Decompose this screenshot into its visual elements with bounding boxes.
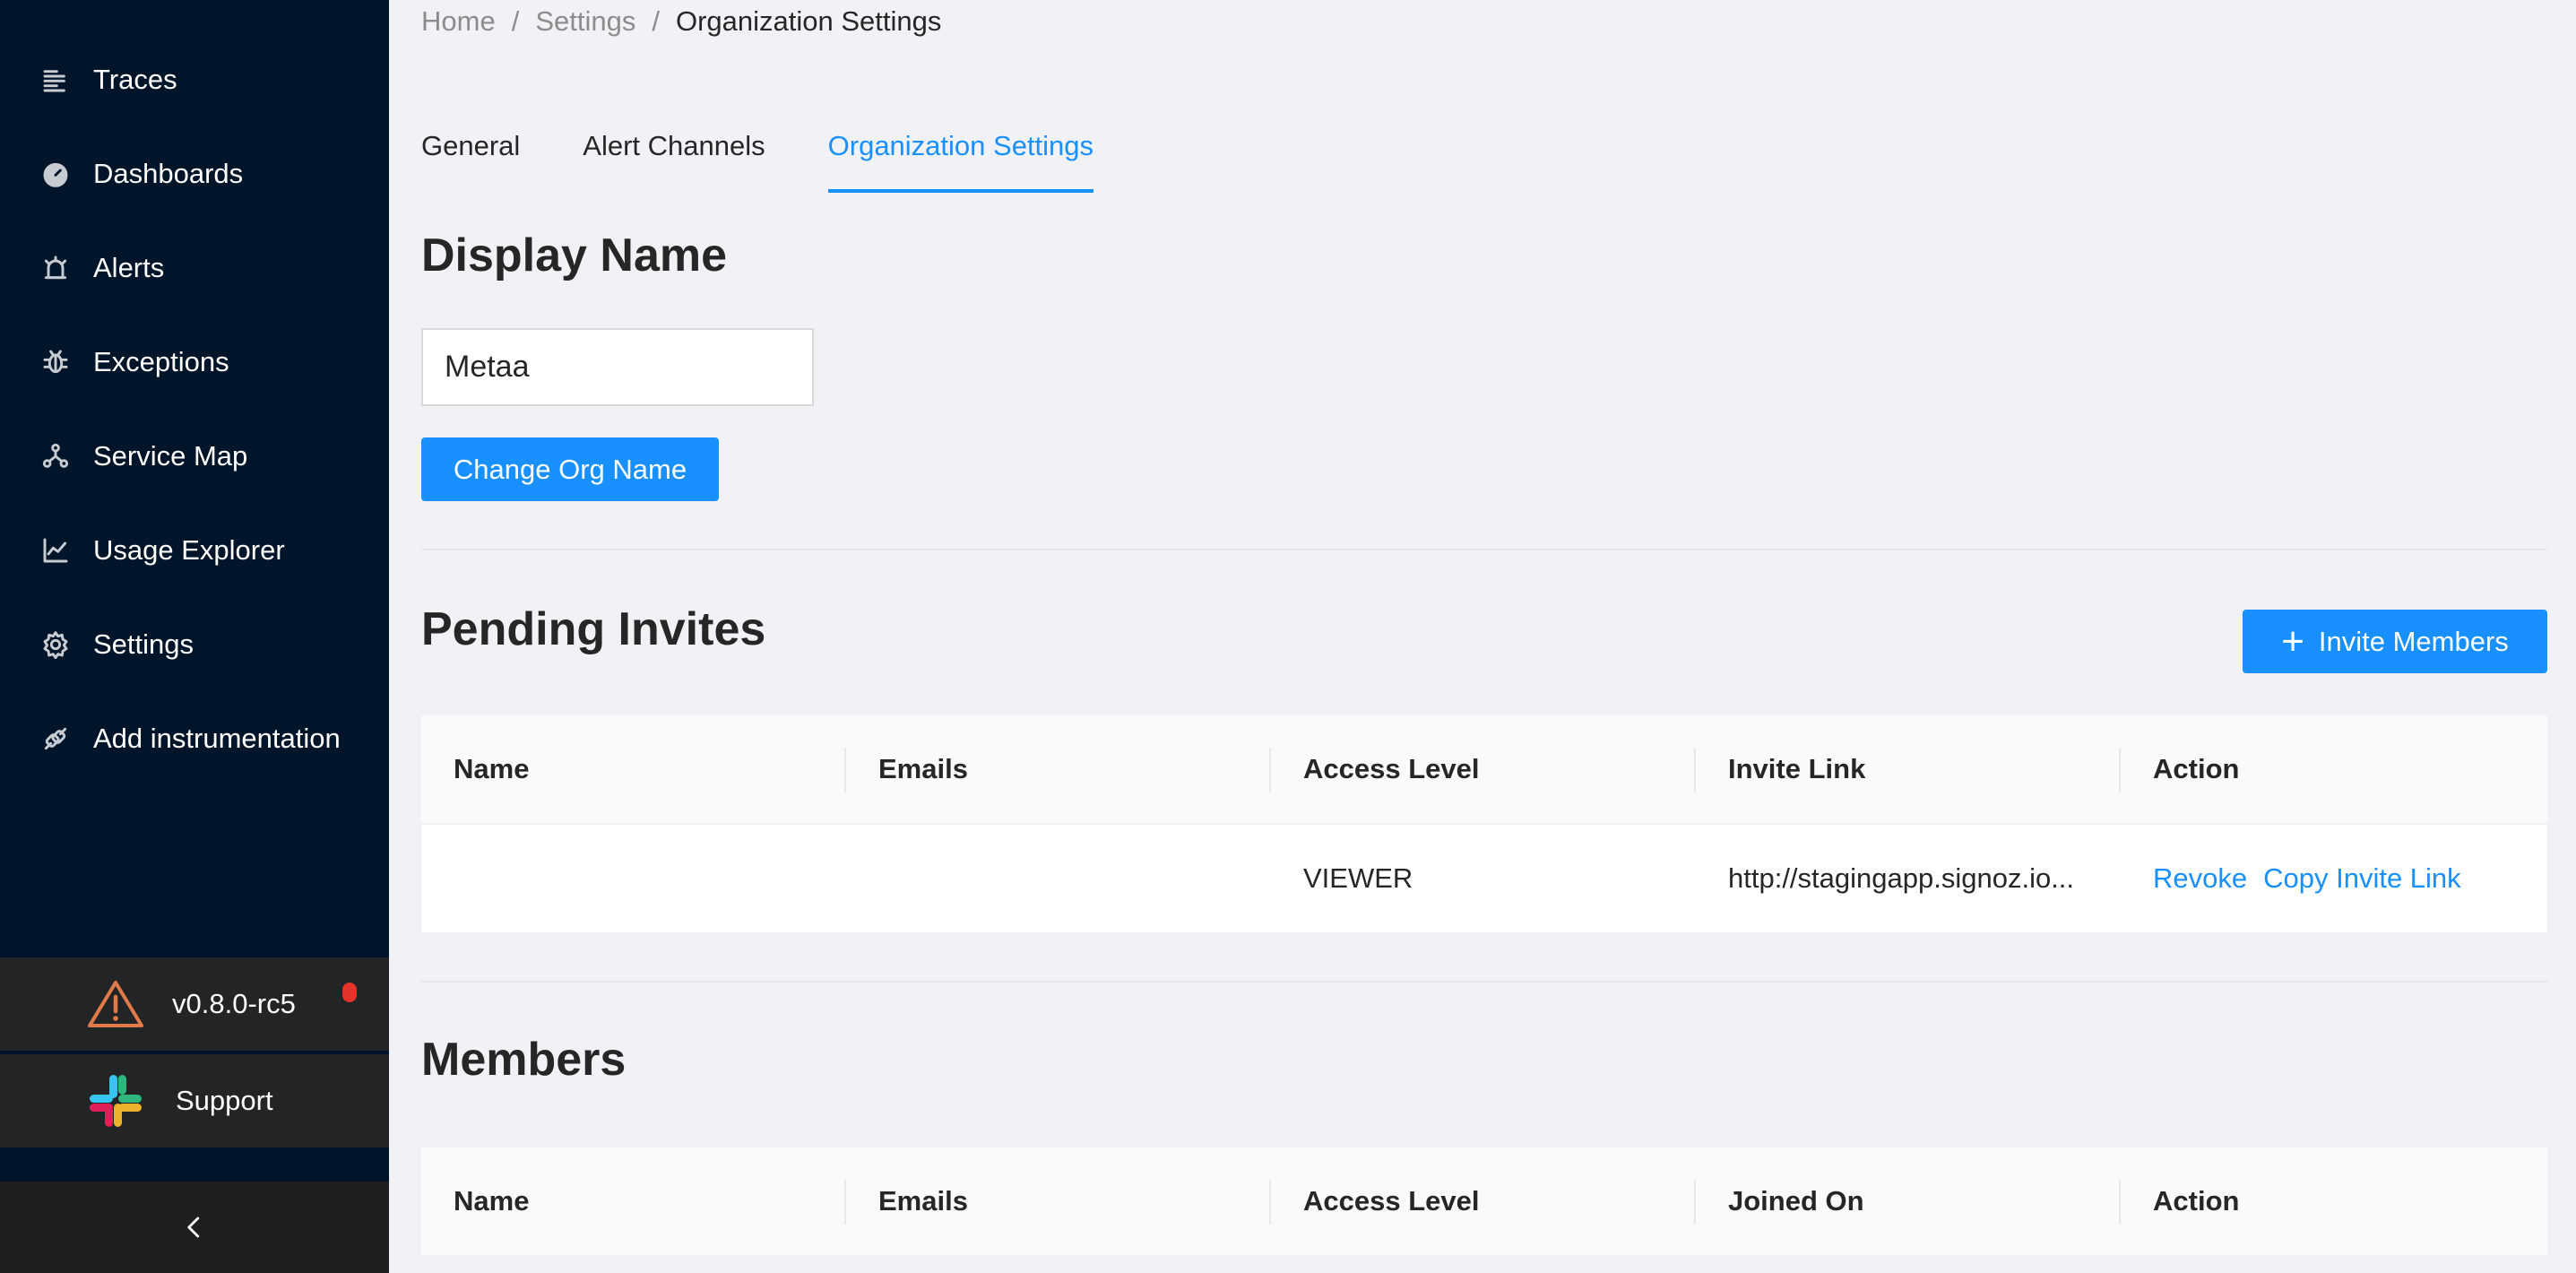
- version-label: v0.8.0-rc5: [172, 988, 296, 1019]
- invite-members-button[interactable]: + Invite Members: [2243, 610, 2547, 673]
- version-indicator[interactable]: v0.8.0-rc5: [0, 957, 389, 1051]
- pending-invites-table: Name Emails Access Level Invite Link Act…: [421, 715, 2547, 932]
- dashboard-icon: [39, 158, 72, 190]
- column-header-invite-link: Invite Link: [1696, 715, 2121, 823]
- sidebar-item-traces[interactable]: Traces: [0, 32, 389, 126]
- revoke-link[interactable]: Revoke: [2153, 862, 2247, 895]
- column-header-action: Action: [2153, 1185, 2240, 1217]
- slack-icon: [90, 1075, 142, 1127]
- sidebar-item-label: Usage Explorer: [93, 533, 285, 566]
- cell-email: [846, 825, 1271, 932]
- members-table: Name Emails Access Level Joined On Actio…: [421, 1147, 2547, 1257]
- breadcrumb-separator: /: [652, 5, 660, 37]
- table-row: VIEWER http://stagingapp.signoz.io... Re…: [421, 825, 2547, 932]
- table-header: Name Emails Access Level Joined On Actio…: [421, 1147, 2547, 1257]
- section-divider: [421, 549, 2547, 550]
- update-dot-badge: [342, 983, 357, 1002]
- support-button[interactable]: Support: [0, 1054, 389, 1147]
- sidebar-collapse-button[interactable]: [0, 1182, 389, 1273]
- traces-icon: [39, 64, 72, 96]
- cell-actions: Revoke Copy Invite Link: [2121, 825, 2547, 932]
- tab-general[interactable]: General: [421, 130, 520, 193]
- cell-name: [421, 825, 846, 932]
- api-icon: [39, 723, 72, 755]
- pending-invites-heading: Pending Invites: [421, 603, 766, 655]
- cell-invite-link: http://stagingapp.signoz.io...: [1728, 862, 2075, 894]
- column-header-emails: Emails: [846, 715, 1271, 823]
- support-label: Support: [176, 1085, 273, 1116]
- copy-invite-link[interactable]: Copy Invite Link: [2263, 862, 2461, 895]
- settings-tabs: General Alert Channels Organization Sett…: [421, 130, 1156, 193]
- breadcrumb-current: Organization Settings: [675, 5, 942, 37]
- deployment-unit-icon: [39, 440, 72, 472]
- sidebar-item-label: Traces: [93, 63, 177, 95]
- alarm-icon: [39, 252, 72, 284]
- org-name-input[interactable]: [421, 328, 814, 406]
- sidebar-item-exceptions[interactable]: Exceptions: [0, 315, 389, 409]
- sidebar-item-settings[interactable]: Settings: [0, 597, 389, 691]
- sidebar-item-service-map[interactable]: Service Map: [0, 409, 389, 503]
- section-divider: [421, 981, 2547, 983]
- sidebar-item-label: Exceptions: [93, 345, 229, 377]
- column-header-emails: Emails: [846, 1147, 1271, 1255]
- column-header-name: Name: [421, 1147, 846, 1255]
- change-org-name-button[interactable]: Change Org Name: [421, 437, 719, 501]
- column-header-access-level: Access Level: [1271, 1147, 1696, 1255]
- sidebar-item-label: Add instrumentation: [93, 722, 341, 754]
- breadcrumb-home[interactable]: Home: [421, 5, 496, 38]
- main-content: Home / Settings / Organization Settings …: [389, 0, 2576, 1273]
- sidebar-item-dashboards[interactable]: Dashboards: [0, 126, 389, 221]
- display-name-heading: Display Name: [421, 229, 728, 281]
- sidebar-item-label: Alerts: [93, 251, 165, 283]
- tab-alert-channels[interactable]: Alert Channels: [583, 130, 765, 193]
- gear-icon: [39, 628, 72, 661]
- members-heading: Members: [421, 1034, 627, 1086]
- column-header-name: Name: [421, 715, 846, 823]
- sidebar-item-alerts[interactable]: Alerts: [0, 221, 389, 315]
- sidebar-item-label: Service Map: [93, 439, 248, 472]
- sidebar: Traces Dashboards Alerts Exceptions Serv…: [0, 0, 389, 1273]
- breadcrumb: Home / Settings / Organization Settings: [421, 5, 941, 38]
- chevron-left-icon: [187, 1217, 200, 1238]
- plus-icon: +: [2281, 619, 2304, 663]
- sidebar-item-label: Settings: [93, 628, 194, 660]
- sidebar-nav: Traces Dashboards Alerts Exceptions Serv…: [0, 32, 389, 785]
- table-header: Name Emails Access Level Invite Link Act…: [421, 715, 2547, 825]
- invite-members-label: Invite Members: [2318, 625, 2509, 657]
- tab-organization-settings[interactable]: Organization Settings: [827, 130, 1094, 193]
- sidebar-item-usage-explorer[interactable]: Usage Explorer: [0, 503, 389, 597]
- column-header-access-level: Access Level: [1271, 715, 1696, 823]
- warning-icon: [88, 981, 143, 1027]
- sidebar-item-add-instrumentation[interactable]: Add instrumentation: [0, 691, 389, 785]
- breadcrumb-settings[interactable]: Settings: [535, 5, 635, 38]
- breadcrumb-separator: /: [511, 5, 520, 37]
- line-chart-icon: [39, 534, 72, 567]
- column-header-joined-on: Joined On: [1696, 1147, 2121, 1255]
- sidebar-item-label: Dashboards: [93, 157, 244, 189]
- column-header-action: Action: [2153, 753, 2240, 784]
- bug-icon: [39, 346, 72, 378]
- cell-access-level: VIEWER: [1303, 862, 1413, 894]
